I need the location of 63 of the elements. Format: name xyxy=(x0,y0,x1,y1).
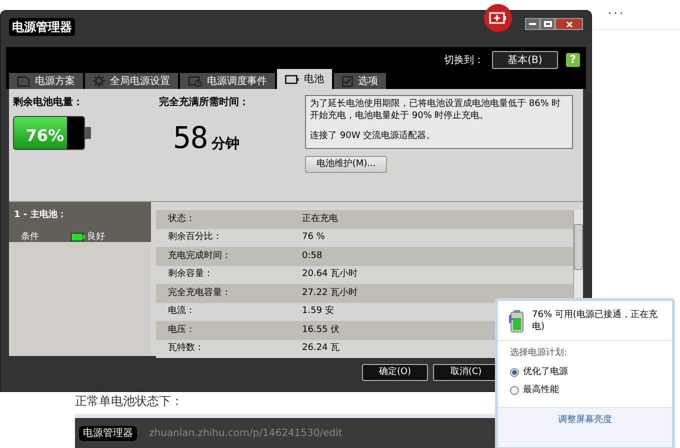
detail-value: 0:58 xyxy=(302,250,322,262)
detail-label: 电流： xyxy=(167,305,196,318)
detail-label: 电压： xyxy=(167,324,196,336)
plan-label: 选择电源计划: xyxy=(510,347,568,360)
detail-value: 16.55 伏 xyxy=(302,324,340,336)
paragraph-text: 正常单电池状态下： xyxy=(75,393,183,410)
detail-value: 正在充电 xyxy=(302,212,338,226)
tab-label: 电源方案 xyxy=(35,74,75,88)
charge-time-label: 完全充满所需时间： xyxy=(159,95,250,110)
tab-label: 选项 xyxy=(358,74,378,88)
tab[interactable]: 电池 xyxy=(277,69,332,89)
checkbox-icon xyxy=(342,76,353,86)
window-title: 电源管理器 xyxy=(9,18,75,36)
battery-percent: 76% xyxy=(24,125,64,147)
minimize-button[interactable] xyxy=(525,18,540,30)
detail-value: 20.64 瓦小时 xyxy=(302,268,358,281)
detail-label: 剩余容量： xyxy=(167,268,214,281)
battery-terminal xyxy=(85,127,91,139)
remaining-label: 剩余电池电量： xyxy=(13,96,84,110)
charge-time-value: 58 xyxy=(173,120,208,158)
detail-value: 27.22 瓦小时 xyxy=(302,286,358,300)
gear-icon xyxy=(93,75,105,87)
detail-label: 完全充电容量： xyxy=(167,286,232,300)
embedded-title: 电源管理器 xyxy=(79,426,137,440)
battery-status: 76% 可用(电源已接通，正在充电) xyxy=(532,309,658,334)
tab-label: 全局电源设置 xyxy=(110,74,170,88)
tab[interactable]: 全局电源设置 xyxy=(85,73,178,89)
tab-label: 电池 xyxy=(304,72,324,86)
dialog-button[interactable]: 确定(O) xyxy=(362,364,428,381)
condition-value: 良好 xyxy=(87,230,105,244)
detail-label: 状态： xyxy=(167,212,196,226)
close-button[interactable] xyxy=(555,18,583,30)
battery-list-item[interactable]: 1 - 主电池： 条件 良好 xyxy=(9,202,151,242)
battery-maintenance-button[interactable]: 电池维护(M)... xyxy=(305,156,387,174)
tab[interactable]: 电源调度事件 xyxy=(180,73,275,89)
detail-value: 76 % xyxy=(302,231,325,244)
battery-icon xyxy=(71,233,85,242)
battery-badge-icon[interactable] xyxy=(483,3,513,33)
info-text: 为了延长电池使用期限，已将电池设置成电池电量低于 86% 时开始充电，电池电量处于 90% 时停止充电。 xyxy=(310,98,562,122)
close-icon xyxy=(566,20,572,28)
page-icon xyxy=(17,76,30,86)
plan-option[interactable]: 优化了电源 xyxy=(510,366,660,379)
plan-option[interactable]: 最高性能 xyxy=(510,384,660,398)
detail-label: 剩余百分比： xyxy=(167,231,223,244)
embedded-url: zhuanlan.zhihu.com/p/146241530/edit xyxy=(149,426,342,440)
basic-mode-button[interactable]: 基本(B) xyxy=(492,51,558,69)
clock-icon xyxy=(188,76,202,86)
tab-label: 电源调度事件 xyxy=(207,74,267,88)
battery-plug-icon xyxy=(508,309,524,333)
detail-value: 26.24 瓦 xyxy=(302,342,340,355)
detail-label: 瓦特数： xyxy=(167,342,205,355)
detail-label: 充电完成时间： xyxy=(167,250,232,262)
charge-time-unit: 分钟 xyxy=(212,135,240,154)
tab[interactable]: 选项 xyxy=(334,73,386,89)
info-text: 连接了 90W 交流电源适配器。 xyxy=(310,130,436,142)
battery-icon xyxy=(285,74,299,84)
more-icon[interactable]: ··· xyxy=(607,4,625,25)
maximize-button[interactable] xyxy=(540,18,555,30)
battery-name: 1 - 主电池： xyxy=(14,209,68,222)
detail-value: 1.59 安 xyxy=(302,305,334,318)
condition-label: 条件 xyxy=(21,230,40,244)
tab[interactable]: 电源方案 xyxy=(9,73,83,89)
switch-label: 切换到： xyxy=(444,54,484,68)
